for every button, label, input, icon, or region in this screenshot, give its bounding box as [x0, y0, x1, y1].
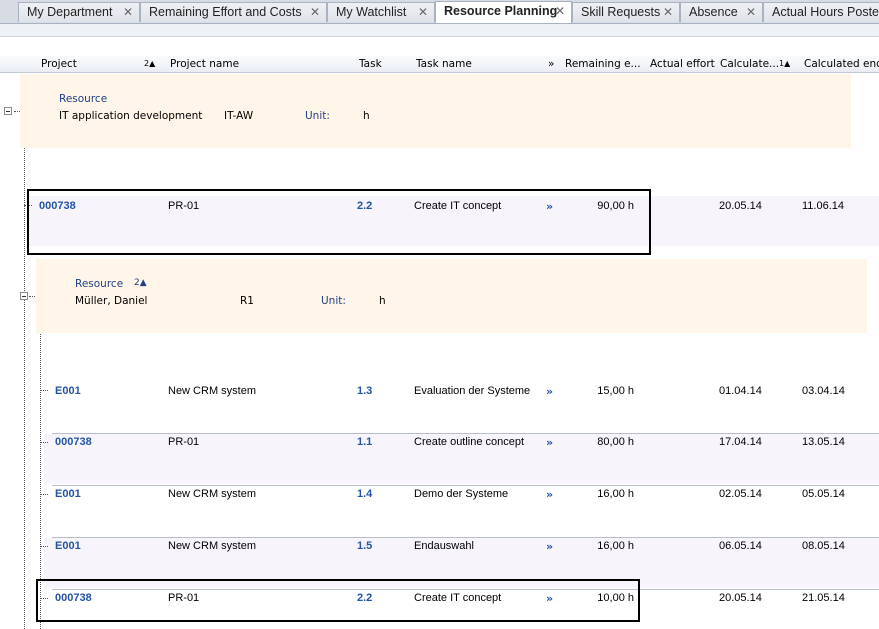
resource-group-header: Resource IT application development IT-A…	[20, 74, 851, 148]
calculated-start: 06.05.14	[719, 540, 762, 552]
expand-arrow-icon[interactable]: »	[546, 540, 553, 553]
unit-value: h	[379, 295, 386, 307]
calculated-start: 17.04.14	[719, 436, 762, 448]
tab-resource-planning[interactable]: Resource Planning ✕	[435, 1, 572, 23]
resource-name: Müller, Daniel	[75, 295, 148, 307]
sort-ascending-icon: 2▲	[144, 59, 156, 68]
table-row[interactable]: E001 New CRM system 1.4 Demo der Systeme…	[40, 486, 879, 536]
tree-line	[40, 442, 48, 443]
column-header-actual-effort[interactable]: Actual effort	[650, 58, 715, 70]
column-header-task-name[interactable]: Task name	[416, 58, 472, 70]
table-row[interactable]: 000738 PR-01 1.1 Create outline concept …	[40, 434, 879, 484]
project-code[interactable]: 000738	[55, 436, 92, 448]
task-name: Demo der Systeme	[414, 488, 509, 500]
calculated-end: 08.05.14	[802, 540, 845, 552]
column-header-task[interactable]: Task	[359, 58, 382, 70]
calculated-start: 02.05.14	[719, 488, 762, 500]
group-label: Resource	[75, 278, 124, 290]
expand-arrow-icon[interactable]: »	[546, 488, 553, 501]
sort-ascending-icon: 2▲	[134, 278, 147, 288]
calculated-end: 21.05.14	[802, 592, 845, 604]
close-icon[interactable]: ✕	[663, 3, 673, 22]
column-header-row: Project 2▲ Project name Task Task name »…	[0, 56, 879, 73]
column-header-calculated-end[interactable]: Calculated end	[804, 58, 879, 70]
remaining-effort: 16,00 h	[597, 488, 634, 500]
project-name: New CRM system	[168, 540, 257, 552]
remaining-effort: 80,00 h	[597, 436, 634, 448]
close-icon[interactable]: ✕	[746, 3, 756, 22]
sort-ascending-icon: 1▲	[779, 59, 791, 68]
close-icon[interactable]: ✕	[123, 3, 133, 22]
project-code[interactable]: E001	[55, 540, 81, 552]
collapse-icon[interactable]	[20, 292, 28, 300]
tab-absence[interactable]: Absence ✕	[680, 2, 763, 22]
close-icon[interactable]: ✕	[555, 2, 565, 21]
tab-actual-hours-posted[interactable]: Actual Hours Posted	[763, 2, 879, 22]
highlight-box	[36, 579, 640, 622]
expand-arrow-icon[interactable]: »	[546, 436, 553, 449]
tab-my-watchlist[interactable]: My Watchlist ✕	[327, 2, 435, 22]
toolbar-strip	[0, 24, 879, 37]
task-name: Create outline concept	[414, 436, 525, 448]
unit-label: Unit:	[321, 295, 346, 307]
task-name: Endauswahl	[414, 540, 474, 552]
tab-remaining-effort[interactable]: Remaining Effort and Costs ✕	[140, 2, 327, 22]
project-code[interactable]: E001	[55, 385, 81, 397]
tree-line	[40, 390, 48, 391]
task-number[interactable]: 1.1	[357, 436, 372, 448]
project-code[interactable]: E001	[55, 488, 81, 500]
calculated-end: 11.06.14	[802, 200, 845, 212]
collapse-icon[interactable]	[4, 107, 12, 115]
task-number[interactable]: 1.3	[357, 385, 372, 397]
tree-line	[40, 494, 48, 495]
calculated-start: 20.05.14	[719, 200, 762, 212]
highlight-box	[27, 189, 651, 255]
group-label: Resource	[59, 93, 108, 105]
tab-label: Absence	[689, 5, 738, 19]
tab-label: Remaining Effort and Costs	[149, 5, 302, 19]
project-name: PR-01	[168, 436, 200, 448]
unit-label: Unit:	[305, 110, 330, 122]
tree-line	[29, 296, 35, 297]
column-header-project-name[interactable]: Project name	[170, 58, 239, 70]
column-header-remaining-effort[interactable]: Remaining e...	[565, 58, 641, 70]
task-number[interactable]: 1.4	[357, 488, 372, 500]
calculated-start: 20.05.14	[719, 592, 762, 604]
unit-value: h	[363, 110, 370, 122]
resource-id: IT-AW	[224, 110, 254, 122]
tab-my-department[interactable]: My Department ✕	[18, 2, 140, 22]
resource-id: R1	[240, 295, 254, 307]
tab-skill-requests[interactable]: Skill Requests ✕	[572, 2, 680, 22]
calculated-end: 13.05.14	[802, 436, 845, 448]
column-header-calculated-start[interactable]: Calculate...	[720, 58, 779, 70]
task-name: Evaluation der Systeme	[414, 385, 531, 397]
column-header-expand[interactable]: »	[548, 58, 554, 70]
tab-label: My Watchlist	[336, 5, 407, 19]
remaining-effort: 16,00 h	[597, 540, 634, 552]
calculated-end: 05.05.14	[802, 488, 845, 500]
project-name: New CRM system	[168, 385, 257, 397]
tab-label: Skill Requests	[581, 5, 661, 19]
resource-name: IT application development	[59, 110, 203, 122]
tree-line	[40, 546, 48, 547]
tab-label: Resource Planning	[444, 4, 558, 18]
expand-arrow-icon[interactable]: »	[546, 385, 553, 398]
tab-bar: My Department ✕ Remaining Effort and Cost…	[0, 0, 879, 24]
close-icon[interactable]: ✕	[418, 3, 428, 22]
tab-label: My Department	[27, 5, 113, 19]
calculated-start: 01.04.14	[719, 385, 762, 397]
project-name: New CRM system	[168, 488, 257, 500]
filter-strip	[0, 37, 879, 57]
tree-line	[24, 116, 25, 629]
column-header-project[interactable]: Project	[41, 58, 77, 70]
resource-group-header: Resource 2▲ Müller, Daniel R1 Unit: h	[36, 259, 867, 333]
close-icon[interactable]: ✕	[310, 3, 320, 22]
calculated-end: 03.04.14	[802, 385, 845, 397]
remaining-effort: 15,00 h	[597, 385, 634, 397]
tab-label: Actual Hours Posted	[772, 5, 879, 19]
task-number[interactable]: 1.5	[357, 540, 372, 552]
table-row[interactable]: E001 New CRM system 1.3 Evaluation der S…	[40, 381, 879, 431]
